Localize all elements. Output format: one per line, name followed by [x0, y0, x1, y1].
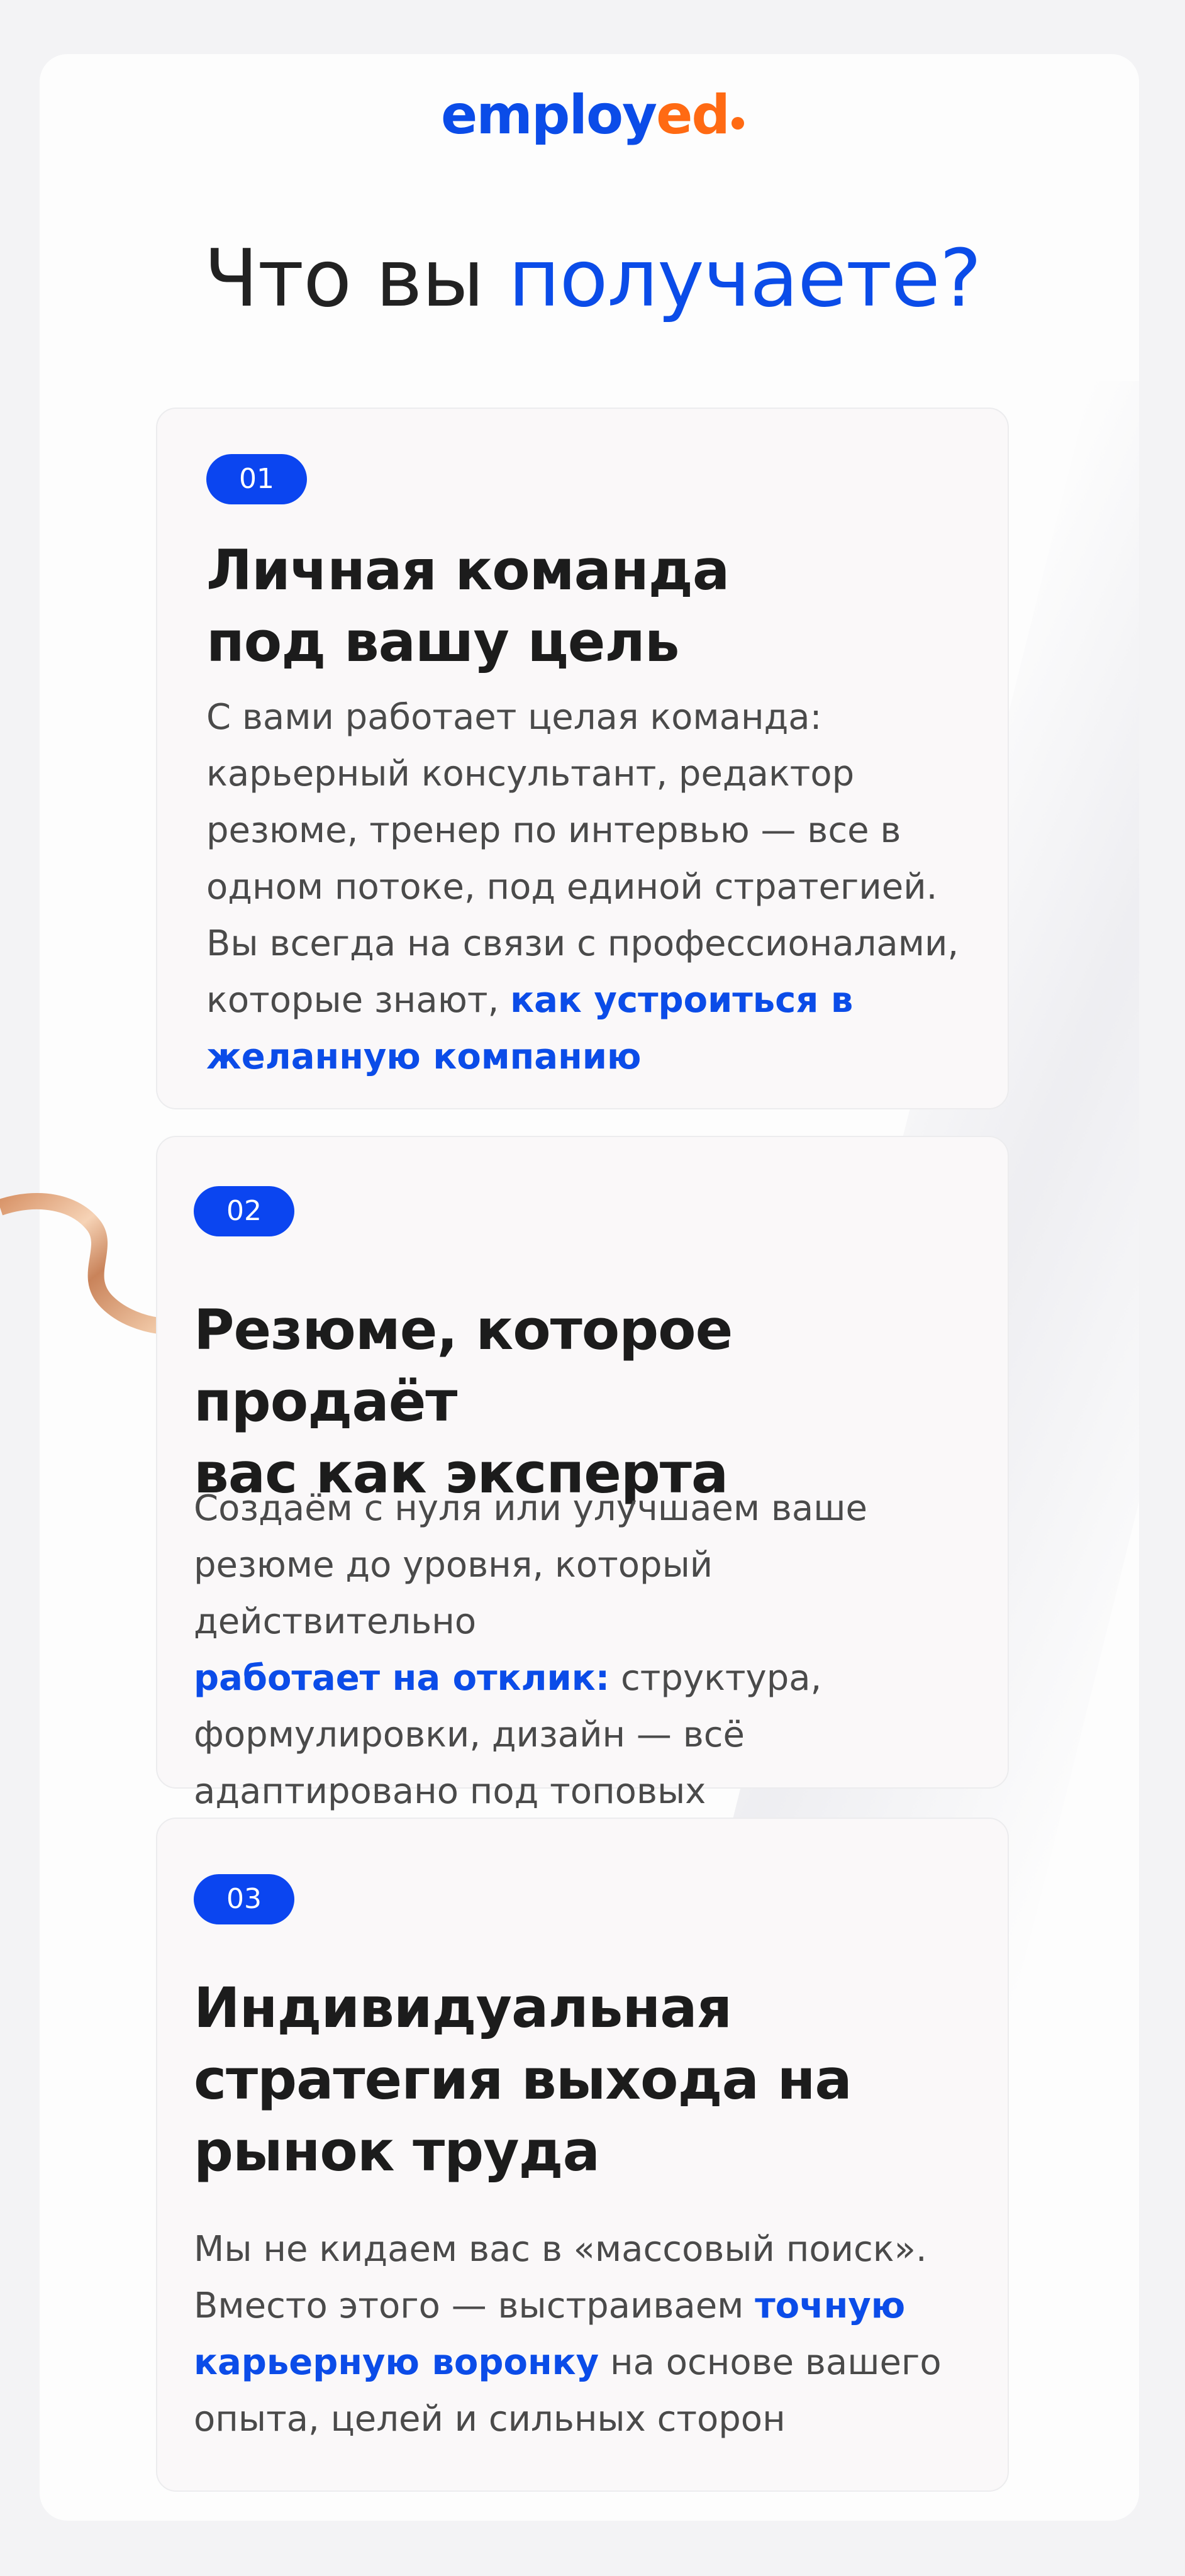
card-description-highlight: работает на отклик: — [194, 1658, 610, 1699]
benefit-card-2: 02 Резюме, которое продаёт вас как экспе… — [156, 1136, 1009, 1868]
copper-ribbon-decoration — [0, 1193, 160, 1334]
page-title-part1: Что вы — [204, 232, 509, 325]
logo-text-accent: ed — [656, 84, 730, 147]
page-title-highlight: получаете? — [508, 232, 982, 325]
card-number-badge: 01 — [206, 454, 307, 504]
benefit-card-1: 01 Личная команда под вашу цель С вами р… — [156, 408, 1009, 1109]
card-number-badge: 02 — [194, 1186, 294, 1236]
benefit-card-3: 03 Индивидуальная стратегия выхода на ры… — [156, 1818, 1009, 2492]
card-description: С вами работает целая команда: карьерный… — [206, 689, 974, 1085]
card-title: Личная команда под вашу цель — [206, 538, 730, 674]
card-description-text: С вами работает целая команда: карьерный… — [206, 697, 959, 1021]
card-description: Мы не кидаем вас в «массовый поиск». Вме… — [194, 2221, 986, 2448]
page-title: Что вы получаете? — [0, 231, 1185, 326]
logo-text-main: employ — [440, 84, 657, 147]
card-title: Резюме, которое продаёт вас как эксперта — [194, 1297, 733, 1506]
logo-dot — [732, 117, 744, 130]
card-description-text: Создаём с нуля или улучшаем ваше резюме … — [194, 1488, 867, 1642]
card-number-badge: 03 — [194, 1874, 294, 1924]
card-title: Индивидуальная стратегия выхода на рынок… — [194, 1975, 852, 2184]
brand-logo[interactable]: employed — [0, 80, 1185, 150]
